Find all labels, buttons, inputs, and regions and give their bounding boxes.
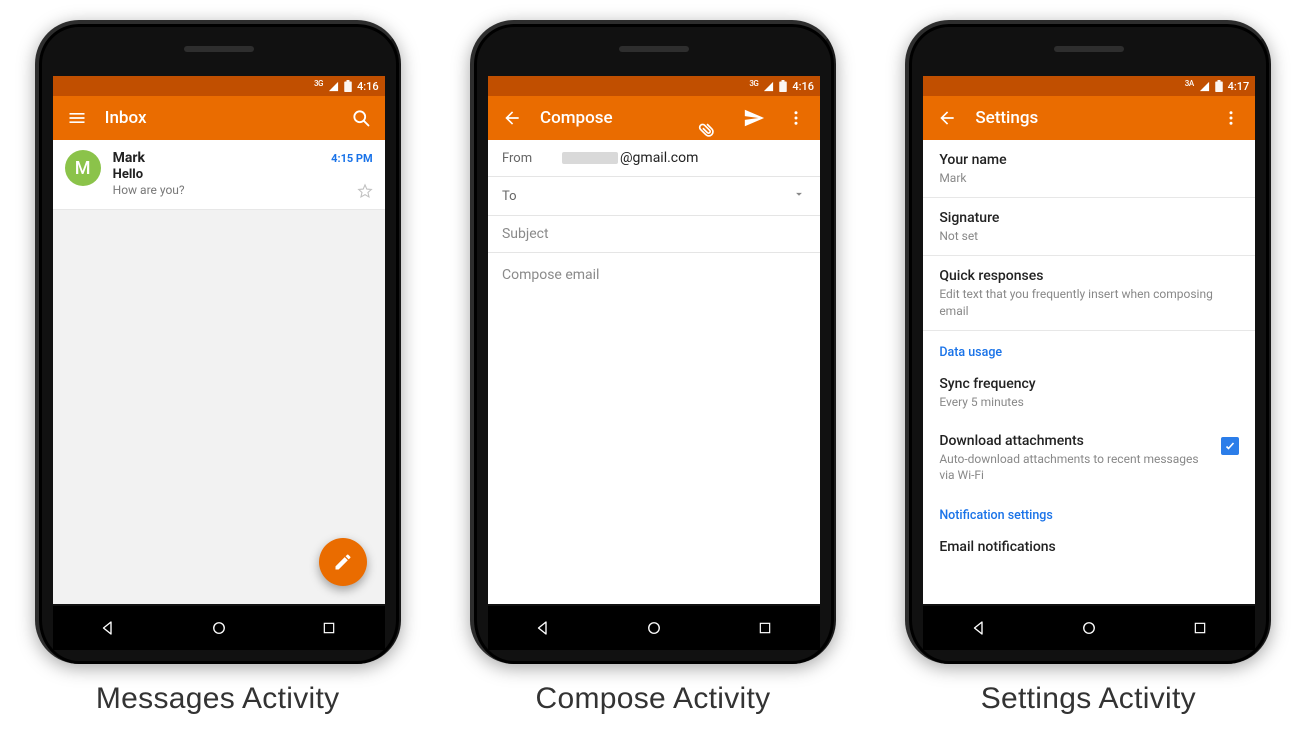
- device-label-compose: Compose Activity: [536, 682, 771, 716]
- setting-sync-frequency[interactable]: Sync frequency Every 5 minutes: [923, 364, 1255, 421]
- nav-back-icon[interactable]: [88, 608, 128, 648]
- android-navbar: [923, 606, 1255, 650]
- overflow-icon[interactable]: [1217, 104, 1245, 132]
- compose-body: From @gmail.com To Subject: [488, 140, 820, 604]
- subject-field[interactable]: Subject: [502, 226, 806, 242]
- setting-download-attachments[interactable]: Download attachments Auto-download attac…: [923, 421, 1255, 494]
- message-snippet: How are you?: [113, 183, 185, 197]
- screen-settings: 3A 4:17 Settings: [923, 76, 1255, 604]
- android-navbar: [53, 606, 385, 650]
- appbar-inbox: Inbox: [53, 96, 385, 140]
- screen-messages: 3G 4:16 Inbox: [53, 76, 385, 604]
- appbar-compose: Compose: [488, 96, 820, 140]
- section-header-notifications: Notification settings: [923, 494, 1255, 527]
- message-subject: Hello: [113, 167, 373, 182]
- device-col-messages: 3G 4:16 Inbox: [18, 20, 418, 716]
- redacted-block: [562, 152, 618, 164]
- nav-back-icon[interactable]: [523, 608, 563, 648]
- from-domain: @gmail.com: [620, 150, 698, 166]
- signal-icon: [763, 81, 774, 92]
- setting-title: Your name: [939, 152, 1239, 168]
- statusbar: 3A 4:17: [923, 76, 1255, 96]
- status-time: 4:17: [1228, 80, 1250, 93]
- device-label-settings: Settings Activity: [981, 682, 1196, 716]
- hamburger-icon[interactable]: [63, 104, 91, 132]
- nav-home-icon[interactable]: [1069, 608, 1109, 648]
- appbar-settings: Settings: [923, 96, 1255, 140]
- nav-home-icon[interactable]: [634, 608, 674, 648]
- android-navbar: [488, 606, 820, 650]
- nav-home-icon[interactable]: [199, 608, 239, 648]
- setting-email-notifications[interactable]: Email notifications: [923, 527, 1255, 555]
- to-row[interactable]: To: [488, 177, 820, 216]
- appbar-title: Compose: [540, 108, 698, 128]
- setting-title: Signature: [939, 210, 1239, 226]
- nav-back-icon[interactable]: [959, 608, 999, 648]
- from-row[interactable]: From @gmail.com: [488, 140, 820, 177]
- signal-icon: [328, 81, 339, 92]
- from-value: @gmail.com: [562, 150, 806, 166]
- setting-signature[interactable]: Signature Not set: [923, 198, 1255, 256]
- phone-frame-compose: 3G 4:16 Compose: [470, 20, 836, 664]
- phone-frame-settings: 3A 4:17 Settings: [905, 20, 1271, 664]
- signal-icon: [1199, 81, 1210, 92]
- send-icon[interactable]: [740, 104, 768, 132]
- setting-sub: Mark: [939, 170, 1239, 186]
- setting-sub: Edit text that you frequently insert whe…: [939, 286, 1239, 318]
- attach-icon[interactable]: [698, 104, 726, 132]
- message-from: Mark: [113, 150, 145, 166]
- search-icon[interactable]: [347, 104, 375, 132]
- avatar[interactable]: M: [65, 150, 101, 186]
- status-time: 4:16: [357, 80, 379, 93]
- appbar-title: Inbox: [105, 108, 347, 128]
- section-header-data-usage: Data usage: [923, 331, 1255, 364]
- message-item[interactable]: M Mark 4:15 PM Hello How are you?: [53, 140, 385, 210]
- nav-recents-icon[interactable]: [745, 608, 785, 648]
- network-type: 3A: [1185, 79, 1194, 88]
- statusbar: 3G 4:16: [488, 76, 820, 96]
- screen-compose: 3G 4:16 Compose: [488, 76, 820, 604]
- battery-icon: [779, 80, 787, 92]
- back-arrow-icon[interactable]: [498, 104, 526, 132]
- chevron-down-icon[interactable]: [792, 187, 806, 205]
- network-type: 3G: [314, 79, 323, 88]
- setting-quick-responses[interactable]: Quick responses Edit text that you frequ…: [923, 256, 1255, 330]
- battery-icon: [1215, 80, 1223, 92]
- back-arrow-icon[interactable]: [933, 104, 961, 132]
- device-col-settings: 3A 4:17 Settings: [888, 20, 1288, 716]
- setting-sub: Not set: [939, 228, 1239, 244]
- star-icon[interactable]: [357, 183, 373, 199]
- setting-sub: Auto-download attachments to recent mess…: [939, 451, 1211, 483]
- network-type: 3G: [749, 79, 758, 88]
- inbox-body: M Mark 4:15 PM Hello How are you?: [53, 140, 385, 604]
- subject-row[interactable]: Subject: [488, 216, 820, 253]
- message-main: Mark 4:15 PM Hello How are you?: [113, 150, 373, 199]
- setting-title: Sync frequency: [939, 376, 1239, 392]
- setting-your-name[interactable]: Your name Mark: [923, 140, 1255, 198]
- nav-recents-icon[interactable]: [309, 608, 349, 648]
- device-row: 3G 4:16 Inbox: [0, 20, 1306, 716]
- setting-title: Email notifications: [939, 539, 1239, 555]
- appbar-title: Settings: [975, 108, 1217, 128]
- checkbox-on[interactable]: [1221, 437, 1239, 455]
- body-field[interactable]: Compose email: [488, 253, 820, 604]
- nav-recents-icon[interactable]: [1180, 608, 1220, 648]
- setting-title: Quick responses: [939, 268, 1239, 284]
- settings-body[interactable]: Your name Mark Signature Not set Quick r…: [923, 140, 1255, 604]
- to-label: To: [502, 189, 548, 204]
- compose-fab[interactable]: [319, 538, 367, 586]
- phone-frame-messages: 3G 4:16 Inbox: [35, 20, 401, 664]
- statusbar: 3G 4:16: [53, 76, 385, 96]
- from-label: From: [502, 151, 548, 166]
- setting-sub: Every 5 minutes: [939, 394, 1239, 410]
- overflow-icon[interactable]: [782, 104, 810, 132]
- device-label-messages: Messages Activity: [96, 682, 340, 716]
- status-time: 4:16: [792, 80, 814, 93]
- device-col-compose: 3G 4:16 Compose: [453, 20, 853, 716]
- message-time: 4:15 PM: [331, 152, 373, 165]
- setting-title: Download attachments: [939, 433, 1211, 449]
- battery-icon: [344, 80, 352, 92]
